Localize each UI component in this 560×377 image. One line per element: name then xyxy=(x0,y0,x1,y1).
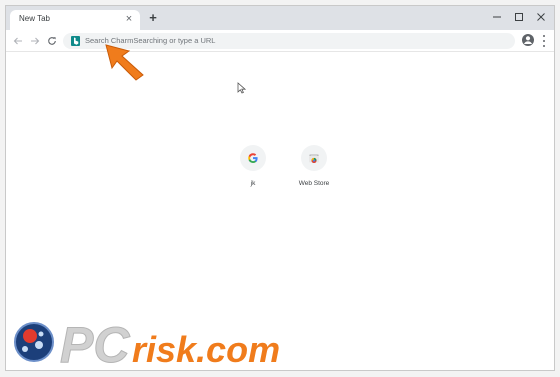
reload-icon[interactable] xyxy=(45,34,59,48)
account-icon[interactable] xyxy=(521,33,535,47)
tab-title: New Tab xyxy=(19,14,50,23)
shortcut-label: Web Store xyxy=(298,180,330,187)
svg-text:risk.com: risk.com xyxy=(132,329,280,370)
tab-close-icon[interactable]: × xyxy=(123,13,135,25)
pointer-arrow-icon xyxy=(103,42,149,87)
web-store-icon xyxy=(301,145,327,171)
google-icon xyxy=(240,145,266,171)
tab-strip: New Tab × + xyxy=(6,6,554,30)
new-tab-button[interactable]: + xyxy=(146,11,160,25)
pcrisk-watermark: PC risk.com xyxy=(8,312,328,374)
svg-text:PC: PC xyxy=(60,317,130,372)
tab-new-tab[interactable]: New Tab × xyxy=(10,10,140,30)
close-icon[interactable] xyxy=(528,8,554,26)
forward-arrow-icon[interactable] xyxy=(28,34,42,48)
menu-dot xyxy=(543,39,545,42)
menu-icon[interactable] xyxy=(539,34,549,48)
shortcut-jk[interactable]: jk xyxy=(228,145,278,187)
menu-dot xyxy=(543,44,545,47)
shortcut-web-store[interactable]: Web Store xyxy=(289,145,339,187)
menu-dot xyxy=(543,35,545,38)
toolbar: Search CharmSearching or type a URL xyxy=(6,30,554,52)
bing-icon xyxy=(71,36,80,46)
back-arrow-icon[interactable] xyxy=(11,34,25,48)
mouse-cursor-icon xyxy=(237,81,247,99)
shortcut-label: jk xyxy=(250,180,256,187)
